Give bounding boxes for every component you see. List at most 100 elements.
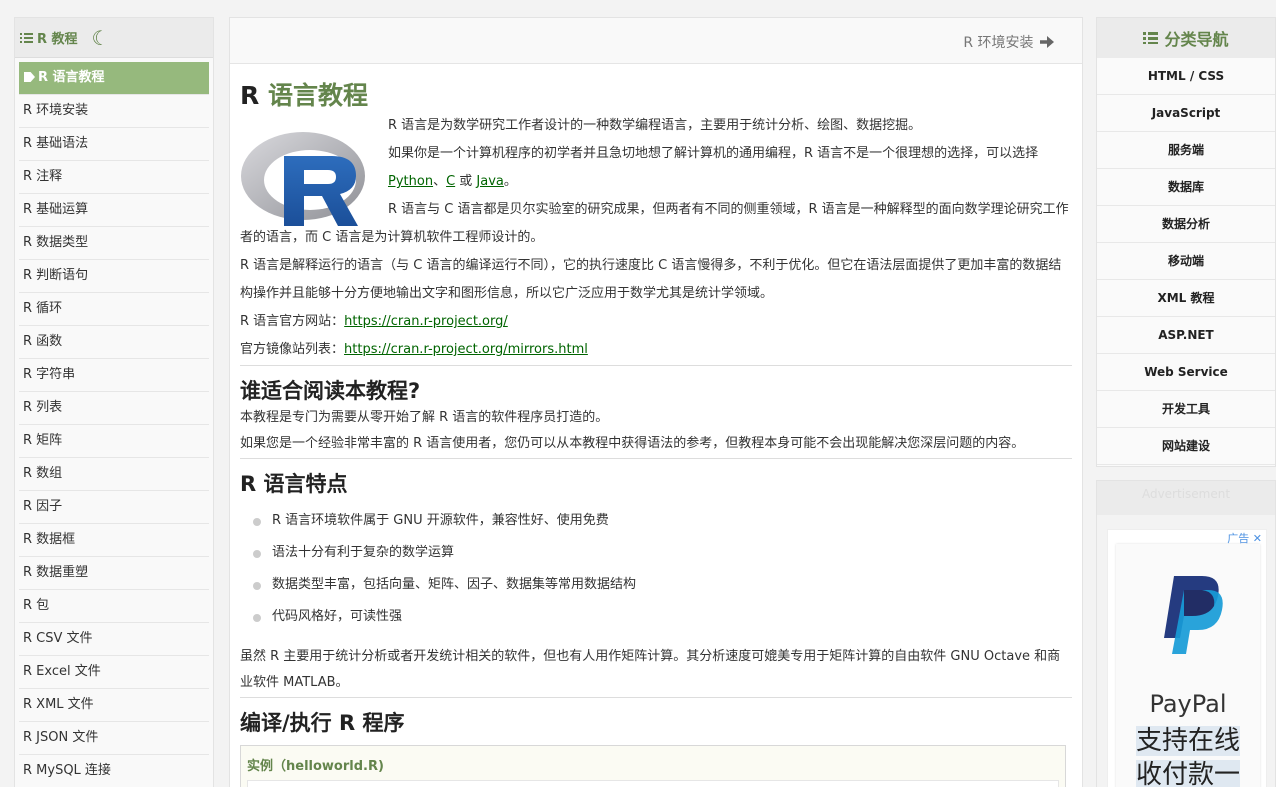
list-icon	[1143, 32, 1159, 44]
features-note: 虽然 R 主要用于统计分析或者开发统计相关的软件，但也有人用作矩阵计算。其分析速…	[240, 649, 1061, 690]
section-heading-compile: 编译/执行 R 程序	[240, 711, 405, 735]
sidebar-item[interactable]: R 数据重塑	[19, 557, 209, 590]
sidebar-item-label: R 数据类型	[23, 235, 89, 250]
sidebar-item[interactable]: R 因子	[19, 491, 209, 524]
intro-paragraph-1: R 语言是为数学研究工作者设计的一种数学编程语言，主要用于统计分析、绘图、数据挖…	[388, 118, 922, 133]
sidebar-item-label: R 数据框	[23, 532, 76, 547]
sidebar-item[interactable]: R JSON 文件	[19, 722, 209, 755]
official-site-link[interactable]: https://cran.r-project.org/	[344, 314, 508, 329]
left-sidebar: R 教程 ☾ R 语言教程 R 环境安装 R 基础语法 R 注释 R 基础运算 R 数据类…	[14, 17, 214, 787]
sidebar-item-label: R 基础语法	[23, 136, 89, 151]
sidebar-item[interactable]: R 基础运算	[19, 194, 209, 227]
code-block[interactable]	[247, 780, 1059, 787]
advertisement-box: Advertisement 广告 ✕ PayPal 支持在线 收付款一	[1096, 480, 1276, 787]
ad-slogan: 支持在线 收付款一	[1132, 724, 1244, 787]
features-list: R 语言环境软件属于 GNU 开源软件，兼容性好、使用免费 语法十分有利于复杂的数…	[252, 510, 1072, 638]
official-site-line: R 语言官方网站：https://cran.r-project.org/	[240, 314, 508, 329]
category-nav-title: 分类导航	[1164, 30, 1229, 49]
sidebar-item[interactable]: R CSV 文件	[19, 623, 209, 656]
category-nav-item[interactable]: 移动端	[1097, 243, 1275, 280]
ad-area[interactable]: 广告 ✕ PayPal 支持在线 收付款一	[1107, 529, 1267, 787]
sidebar-item-label: R XML 文件	[23, 697, 94, 712]
sidebar-item-label: R 循环	[23, 301, 63, 316]
main-content: R 环境安装 R 语言教程 R 语言是为数学研究工作者设计的一种数学编程语言，主…	[229, 17, 1083, 787]
section-heading-features: R 语言特点	[240, 472, 348, 496]
divider	[240, 365, 1072, 366]
sidebar-item[interactable]: R 列表	[19, 392, 209, 425]
sidebar-item-label: R MySQL 连接	[23, 763, 111, 778]
sidebar-item-label: R 环境安装	[23, 103, 89, 118]
arrow-right-icon[interactable]	[1040, 36, 1054, 48]
feature-item: 数据类型丰富，包括向量、矩阵、因子、数据集等常用数据结构	[252, 574, 1072, 606]
ad-creative[interactable]: PayPal 支持在线 收付款一	[1116, 544, 1260, 787]
list-icon	[20, 32, 33, 43]
java-link[interactable]: Java	[476, 174, 503, 189]
sidebar-item-label: R 列表	[23, 400, 63, 415]
sidebar-item[interactable]: R MySQL 连接	[19, 755, 209, 787]
python-link[interactable]: Python	[388, 174, 433, 189]
sidebar-item[interactable]: R 循环	[19, 293, 209, 326]
article: R 语言教程 R 语言是为数学研究工作者设计的一种数学编程语言，主要用于统计分析…	[230, 76, 1082, 787]
sidebar-item-label: R JSON 文件	[23, 730, 99, 745]
code-example-box: 实例（helloworld.R)	[240, 745, 1066, 787]
category-nav-item[interactable]: ASP.NET	[1097, 317, 1275, 354]
category-nav-item[interactable]: 网站建设	[1097, 428, 1275, 465]
tag-icon	[24, 72, 35, 82]
sidebar-item[interactable]: R 函数	[19, 326, 209, 359]
next-page-link[interactable]: R 环境安装	[963, 32, 1054, 52]
sidebar-item[interactable]: R Excel 文件	[19, 656, 209, 689]
sidebar-item-label: R 因子	[23, 499, 63, 514]
sidebar-item-label: R 矩阵	[23, 433, 63, 448]
sidebar-item[interactable]: R 数组	[19, 458, 209, 491]
moon-icon[interactable]: ☾	[92, 26, 110, 50]
sidebar-item[interactable]: R 字符串	[19, 359, 209, 392]
sidebar-item-label: R CSV 文件	[23, 631, 93, 646]
category-nav-item[interactable]: 数据分析	[1097, 206, 1275, 243]
article-nav-bar: R 环境安装	[230, 18, 1082, 64]
sidebar-item-label: R 包	[23, 598, 50, 613]
sidebar-item-label: R 注释	[23, 169, 63, 184]
sidebar-item[interactable]: R 包	[19, 590, 209, 623]
sidebar-item[interactable]: R 环境安装	[19, 95, 209, 128]
next-page-label[interactable]: R 环境安装	[963, 35, 1033, 51]
sidebar-item[interactable]: R 注释	[19, 161, 209, 194]
paypal-logo-icon	[1164, 576, 1223, 654]
category-nav-item[interactable]: 开发工具	[1097, 391, 1275, 428]
sidebar-item-label: R 函数	[23, 334, 63, 349]
sidebar-item-label: R Excel 文件	[23, 664, 101, 679]
c-link[interactable]: C	[446, 174, 455, 189]
sidebar-item[interactable]: R 基础语法	[19, 128, 209, 161]
category-nav-item[interactable]: XML 教程	[1097, 280, 1275, 317]
sidebar-item-label: R 判断语句	[23, 268, 89, 283]
sidebar-item-label: R 语言教程	[38, 70, 105, 85]
sidebar-item[interactable]: R 语言教程	[19, 62, 209, 95]
category-nav-list: HTML / CSS JavaScript 服务端 数据库 数据分析 移动端 XML 教程 A…	[1097, 58, 1275, 465]
section-heading-audience: 谁适合阅读本教程?	[240, 379, 421, 403]
category-nav-item[interactable]: 服务端	[1097, 132, 1275, 169]
category-nav-item[interactable]: HTML / CSS	[1097, 58, 1275, 95]
feature-item: 代码风格好，可读性强	[252, 606, 1072, 638]
category-nav-item[interactable]: 数据库	[1097, 169, 1275, 206]
divider	[240, 458, 1072, 459]
advertisement-title: Advertisement	[1097, 481, 1275, 515]
sidebar-item[interactable]: R 判断语句	[19, 260, 209, 293]
divider	[240, 697, 1072, 698]
sidebar-item-label: R 字符串	[23, 367, 76, 382]
example-title: 实例（helloworld.R)	[247, 759, 384, 774]
mirror-site-link[interactable]: https://cran.r-project.org/mirrors.html	[344, 342, 588, 357]
sidebar-item[interactable]: R 数据框	[19, 524, 209, 557]
audience-paragraph-1: 本教程是专门为需要从零开始了解 R 语言的软件程序员打造的。	[240, 410, 609, 425]
sidebar-item-label: R 基础运算	[23, 202, 89, 217]
sidebar-item[interactable]: R 数据类型	[19, 227, 209, 260]
sidebar-header: R 教程 ☾	[15, 18, 213, 58]
r-logo-icon	[241, 132, 365, 226]
sidebar-item-label: R 数组	[23, 466, 63, 481]
category-nav-header: 分类导航	[1097, 18, 1275, 58]
sidebar-item[interactable]: R 矩阵	[19, 425, 209, 458]
category-nav-item[interactable]: JavaScript	[1097, 95, 1275, 132]
mirror-site-line: 官方镜像站列表：https://cran.r-project.org/mirro…	[240, 342, 588, 357]
sidebar-title[interactable]: R 教程	[37, 28, 78, 47]
sidebar-item-label: R 数据重塑	[23, 565, 89, 580]
category-nav-item[interactable]: Web Service	[1097, 354, 1275, 391]
sidebar-item[interactable]: R XML 文件	[19, 689, 209, 722]
